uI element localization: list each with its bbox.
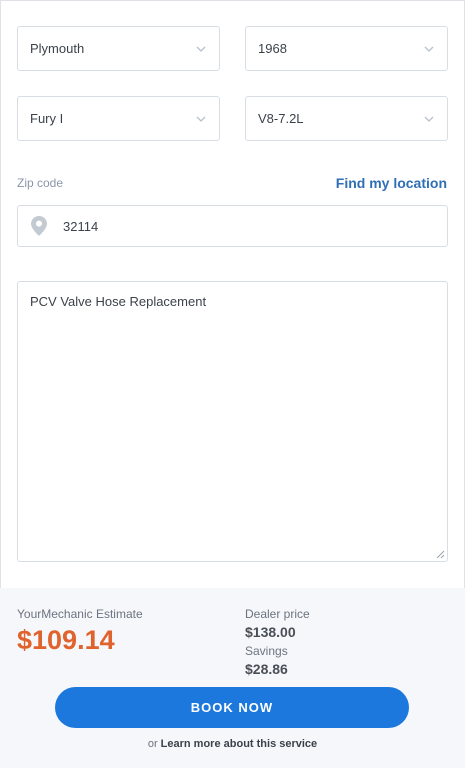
learn-more-row: or Learn more about this service [0,738,465,750]
dealer-price-value: $138.00 [245,624,296,640]
zip-value: 32114 [63,218,99,234]
map-pin-icon [31,216,47,236]
chevron-down-icon [424,116,434,122]
make-select[interactable]: Plymouth [17,26,220,71]
chevron-down-icon [424,46,434,52]
model-select[interactable]: Fury I [17,96,220,141]
learn-more-link[interactable]: Learn more about this service [161,738,318,750]
make-value: Plymouth [30,41,85,56]
savings-label: Savings [245,644,288,658]
engine-value: V8-7.2L [258,111,304,126]
savings-value: $28.86 [245,661,288,677]
year-value: 1968 [258,41,287,56]
chevron-down-icon [196,116,206,122]
dealer-price-label: Dealer price [245,607,310,621]
model-value: Fury I [30,111,64,126]
chevron-down-icon [196,46,206,52]
or-text: or [147,738,158,750]
zip-label: Zip code [17,176,64,190]
estimate-label: YourMechanic Estimate [17,607,143,621]
service-description-textarea[interactable]: PCV Valve Hose Replacement [17,281,448,562]
year-select[interactable]: 1968 [245,26,448,71]
find-my-location-link[interactable]: Find my location [336,175,447,191]
resize-grip-icon[interactable] [435,549,445,559]
zip-input[interactable]: 32114 [17,205,448,247]
service-description-text: PCV Valve Hose Replacement [30,294,207,309]
engine-select[interactable]: V8-7.2L [245,96,448,141]
book-now-button[interactable]: BOOK NOW [55,687,409,728]
estimate-price: $109.14 [17,625,115,655]
